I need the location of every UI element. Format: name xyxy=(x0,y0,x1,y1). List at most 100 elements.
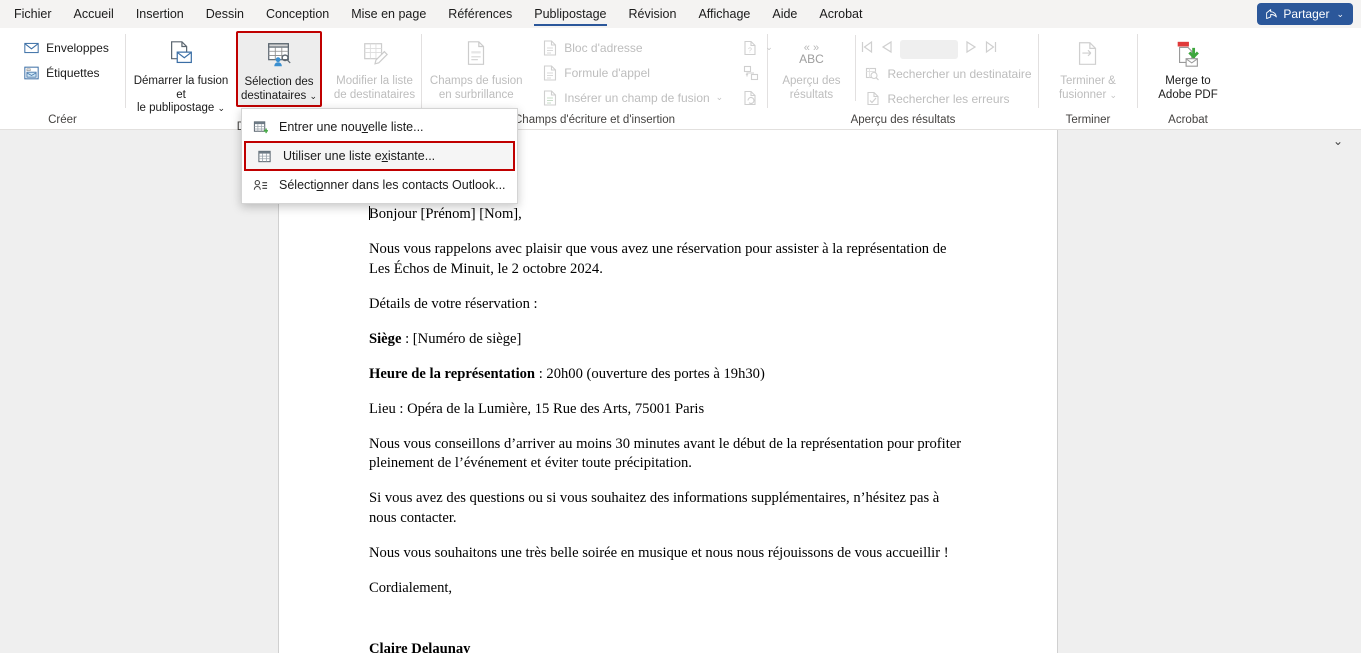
first-record-button xyxy=(860,40,874,59)
doc-signature-name: Claire Delaunay xyxy=(369,640,471,653)
chevron-down-icon[interactable]: ⌄ xyxy=(309,91,317,101)
etiquettes-button[interactable]: Étiquettes xyxy=(19,60,116,85)
doc-seat-line: Siège : [Numéro de siège] xyxy=(369,330,969,350)
find-recipient-button: Rechercher un destinataire xyxy=(860,61,1038,86)
edit-recipient-list-button: Modifier la liste de destinataires xyxy=(322,31,427,105)
highlight-merge-fields-button: Champs de fusion en surbrillance xyxy=(421,31,531,105)
start-mail-merge-button[interactable]: Démarrer la fusion et le publipostage ⌄ xyxy=(126,31,236,119)
tab-acrobat[interactable]: Acrobat xyxy=(808,0,873,28)
insert-merge-field-button: Insérer un champ de fusion ⌄ xyxy=(537,85,730,110)
signature-spacer xyxy=(369,614,969,640)
group-label-apercu: Aperçu des résultats xyxy=(850,114,956,126)
menu-item-use-existing-list[interactable]: Utiliser une liste existante... xyxy=(244,141,515,171)
tab-insertion[interactable]: Insertion xyxy=(125,0,195,28)
find-errors-button: Rechercher les erreurs xyxy=(860,86,1038,111)
chevron-down-icon: ⌄ xyxy=(715,92,724,102)
preview-results-icon: « » ABC xyxy=(799,41,824,66)
doc-closing: Cordialement, xyxy=(369,579,453,596)
start-mail-merge-label: Démarrer la fusion et le publipostage ⌄ xyxy=(133,75,229,114)
doc-paragraph-3: Nous vous conseillons d’arriver au moins… xyxy=(369,435,962,472)
address-block-label: Bloc d'adresse xyxy=(564,40,643,55)
tab-conception[interactable]: Conception xyxy=(255,0,340,28)
ribbon: Enveloppes Étiquettes Créer Démarrer la … xyxy=(0,28,1361,148)
tab-aide[interactable]: Aide xyxy=(761,0,808,28)
tab-accueil[interactable]: Accueil xyxy=(63,0,125,28)
menu-item-outlook-contacts[interactable]: Sélectionner dans les contacts Outlook..… xyxy=(242,171,517,199)
labels-icon xyxy=(23,66,40,80)
share-label: Partager xyxy=(1283,7,1330,21)
etiquettes-label: Étiquettes xyxy=(46,65,100,80)
merge-to-adobe-pdf-label: Merge to Adobe PDF xyxy=(1158,75,1218,101)
share-chevron-icon[interactable]: ⌄ xyxy=(1336,9,1344,20)
menu-item-label: Entrer une nouvelle liste... xyxy=(279,120,424,134)
match-fields-icon xyxy=(742,65,759,81)
group-label-creer: Créer xyxy=(48,114,77,126)
greeting-line-label: Formule d'appel xyxy=(564,65,650,80)
doc-greeting: Bonjour [Prénom] [Nom], xyxy=(369,206,522,222)
group-label-terminer: Terminer xyxy=(1065,114,1111,126)
menu-item-type-new-list[interactable]: Entrer une nouvelle liste... xyxy=(242,113,517,141)
document-body[interactable]: Bonjour [Prénom] [Nom], Nous vous rappel… xyxy=(279,130,1057,653)
find-errors-icon xyxy=(864,91,881,106)
tab-affichage[interactable]: Affichage xyxy=(687,0,761,28)
menu-item-label: Sélectionner dans les contacts Outlook..… xyxy=(279,178,506,192)
doc-time-value: : 20h00 (ouverture des portes à 19h30) xyxy=(535,365,765,382)
ribbon-group-acrobat: Merge to Adobe PDF Acrobat xyxy=(1138,28,1238,130)
preview-results-label: Aperçu des résultats xyxy=(782,75,841,101)
share-icon xyxy=(1265,8,1278,21)
tab-publipostage[interactable]: Publipostage xyxy=(523,0,617,28)
doc-time-label: Heure de la représentation xyxy=(369,365,536,382)
update-labels-icon xyxy=(742,90,759,106)
insert-merge-field-label: Insérer un champ de fusion xyxy=(564,90,710,105)
highlight-merge-fields-label: Champs de fusion en surbrillance xyxy=(429,75,523,101)
last-record-button xyxy=(984,40,998,59)
highlight-merge-fields-icon xyxy=(462,37,490,71)
chevron-down-icon: ⌄ xyxy=(1109,89,1118,100)
tab-references[interactable]: Références xyxy=(437,0,523,28)
share-button[interactable]: Partager ⌄ xyxy=(1257,3,1353,25)
address-block-button: Bloc d'adresse xyxy=(537,35,730,60)
greeting-line-button: Formule d'appel xyxy=(537,60,730,85)
ribbon-group-apercu: « » ABC Aperçu des résultats Rechercher … xyxy=(768,28,1038,130)
doc-seat-value: : [Numéro de siège] xyxy=(401,330,522,347)
select-recipients-icon xyxy=(264,38,294,72)
rules-icon: ? xyxy=(742,40,759,56)
outlook-contacts-icon xyxy=(252,178,269,193)
select-recipients-button[interactable]: Sélection des destinataires ⌄ xyxy=(236,31,322,107)
doc-seat-label: Siège xyxy=(369,330,402,347)
collapse-ribbon-chevron-icon[interactable]: ⌄ xyxy=(1333,134,1343,148)
ribbon-tab-bar: Fichier Accueil Insertion Dessin Concept… xyxy=(0,0,1361,28)
find-errors-label: Rechercher les erreurs xyxy=(887,91,1010,106)
finish-merge-icon xyxy=(1074,37,1102,71)
edit-recipient-list-icon xyxy=(360,37,390,71)
address-block-icon xyxy=(541,39,558,56)
find-recipient-icon xyxy=(864,67,881,81)
doc-paragraph-4: Si vous avez des questions ou si vous so… xyxy=(369,490,940,526)
new-list-icon xyxy=(252,120,269,135)
finish-merge-label: Terminer & fusionner ⌄ xyxy=(1058,75,1118,101)
tab-dessin[interactable]: Dessin xyxy=(195,0,255,28)
edit-recipient-list-label: Modifier la liste de destinataires xyxy=(333,75,416,101)
merge-to-adobe-pdf-icon xyxy=(1173,37,1203,71)
doc-paragraph-5: Nous vous souhaitons une très belle soir… xyxy=(369,544,949,561)
tab-fichier[interactable]: Fichier xyxy=(3,0,63,28)
next-record-button xyxy=(964,40,978,59)
enveloppes-button[interactable]: Enveloppes xyxy=(19,35,116,60)
group-label-acrobat: Acrobat xyxy=(1168,114,1208,126)
tab-mise-en-page[interactable]: Mise en page xyxy=(340,0,437,28)
record-navigator xyxy=(860,37,1038,61)
previous-record-button xyxy=(880,40,894,59)
merge-to-adobe-pdf-button[interactable]: Merge to Adobe PDF xyxy=(1142,31,1234,105)
ribbon-group-creer: Enveloppes Étiquettes Créer xyxy=(0,28,125,130)
menu-item-label: Utiliser une liste existante... xyxy=(283,149,436,163)
inner-separator xyxy=(855,35,857,101)
document-page[interactable]: Bonjour [Prénom] [Nom], Nous vous rappel… xyxy=(278,130,1058,653)
insert-merge-field-icon xyxy=(541,89,558,106)
ribbon-group-terminer: Terminer & fusionner ⌄ Terminer xyxy=(1039,28,1137,130)
document-canvas: Bonjour [Prénom] [Nom], Nous vous rappel… xyxy=(0,130,1361,653)
tab-revision[interactable]: Révision xyxy=(618,0,688,28)
chevron-down-icon[interactable]: ⌄ xyxy=(218,103,226,113)
existing-list-icon xyxy=(256,149,273,164)
doc-time-line: Heure de la représentation : 20h00 (ouve… xyxy=(369,365,969,385)
preview-results-button: « » ABC Aperçu des résultats xyxy=(771,31,851,105)
